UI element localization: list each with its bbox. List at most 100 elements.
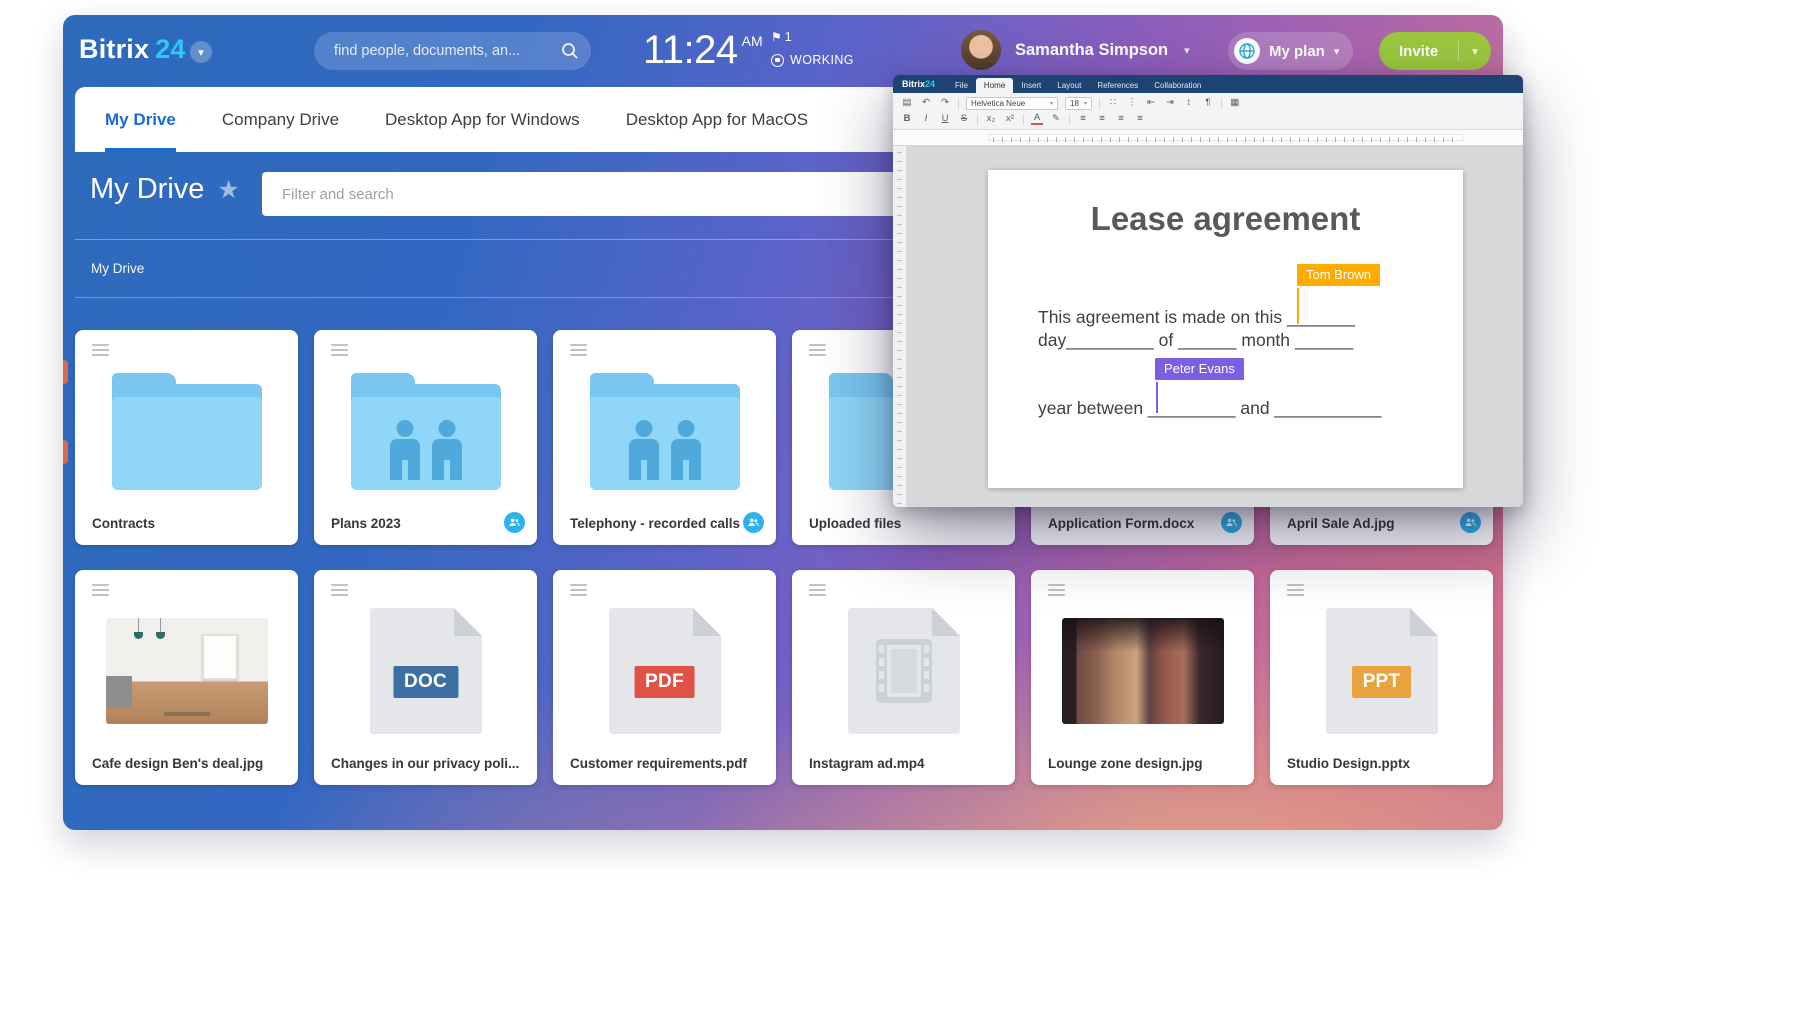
working-status[interactable]: WORKING xyxy=(771,53,854,67)
editor-ruler xyxy=(893,130,1523,146)
editor-vertical-ruler xyxy=(893,146,907,507)
file-card[interactable]: Telephony - recorded calls xyxy=(553,330,776,545)
flag-counter[interactable]: 1 xyxy=(771,30,854,44)
menu-layout[interactable]: Layout xyxy=(1049,78,1089,93)
worktime-widget: 1 WORKING xyxy=(771,30,854,67)
card-menu-icon[interactable] xyxy=(331,344,348,356)
invite-button[interactable]: Invite xyxy=(1379,32,1491,70)
file-name: Telephony - recorded calls xyxy=(570,516,764,531)
card-menu-icon[interactable] xyxy=(570,344,587,356)
file-name: Cafe design Ben's deal.jpg xyxy=(92,756,286,771)
indent-icon[interactable]: ⇥ xyxy=(1164,98,1176,108)
menu-collaboration[interactable]: Collaboration xyxy=(1146,78,1209,93)
menu-references[interactable]: References xyxy=(1089,78,1146,93)
video-file-icon xyxy=(848,608,960,734)
clock-time: 11:24 xyxy=(643,28,738,72)
clock-widget[interactable]: 11:24 AM xyxy=(643,28,763,72)
align-left-icon[interactable]: ≡ xyxy=(1077,114,1089,124)
card-menu-icon[interactable] xyxy=(809,584,826,596)
shared-badge-icon[interactable] xyxy=(504,512,525,533)
table-icon[interactable]: ▦ xyxy=(1229,98,1241,108)
file-card[interactable]: PDF Customer requirements.pdf xyxy=(553,570,776,785)
bullet-list-icon[interactable]: ∷ xyxy=(1107,98,1119,108)
card-menu-icon[interactable] xyxy=(92,584,109,596)
file-card[interactable]: Cafe design Ben's deal.jpg xyxy=(75,570,298,785)
avatar[interactable] xyxy=(961,30,1001,70)
bold-button[interactable]: B xyxy=(901,114,913,124)
plan-label: My plan xyxy=(1269,43,1325,60)
menu-home[interactable]: Home xyxy=(976,78,1013,93)
superscript-button[interactable]: x² xyxy=(1004,114,1016,124)
pilcrow-icon[interactable]: ¶ xyxy=(1202,98,1214,108)
card-menu-icon[interactable] xyxy=(809,344,826,356)
card-menu-icon[interactable] xyxy=(1287,584,1304,596)
my-plan-button[interactable]: My plan xyxy=(1228,32,1353,70)
file-name: Application Form.docx xyxy=(1048,516,1242,531)
file-card[interactable]: Contracts xyxy=(75,330,298,545)
document-file-icon: PDF xyxy=(609,608,721,734)
italic-button[interactable]: I xyxy=(920,114,932,124)
font-color-button[interactable]: A xyxy=(1031,113,1043,125)
file-card[interactable]: PPT Studio Design.pptx xyxy=(1270,570,1493,785)
shared-folder-icon xyxy=(590,384,740,490)
redo-icon[interactable]: ↷ xyxy=(939,98,951,108)
line-spacing-icon[interactable]: ↕ xyxy=(1183,98,1195,108)
search-icon[interactable] xyxy=(561,42,579,60)
file-name: Uploaded files xyxy=(809,516,1003,531)
user-menu[interactable]: Samantha Simpson xyxy=(961,30,1190,70)
user-name: Samantha Simpson xyxy=(1015,41,1168,60)
undo-icon[interactable]: ↶ xyxy=(920,98,932,108)
underline-button[interactable]: U xyxy=(939,114,951,124)
collab-caret xyxy=(1297,288,1299,324)
shared-badge-icon[interactable] xyxy=(1460,512,1481,533)
page-title: My Drive xyxy=(90,173,204,206)
bitrix24-logo[interactable]: Bitrix24 xyxy=(79,34,186,65)
people-icon xyxy=(590,384,740,490)
font-family-select[interactable]: Helvetica Neue xyxy=(966,97,1058,110)
invite-dropdown[interactable] xyxy=(1459,42,1491,60)
favorite-star-icon[interactable] xyxy=(217,175,239,205)
subscript-button[interactable]: x₂ xyxy=(985,114,997,124)
search-input[interactable] xyxy=(332,42,561,60)
document-line: This agreement is made on this _______ xyxy=(1038,307,1355,327)
tab-desktop-app-macos[interactable]: Desktop App for MacOS xyxy=(626,87,808,152)
chevron-down-icon xyxy=(1334,42,1340,60)
file-card[interactable]: DOC Changes in our privacy poli... xyxy=(314,570,537,785)
menu-insert[interactable]: Insert xyxy=(1013,78,1049,93)
card-menu-icon[interactable] xyxy=(92,344,109,356)
file-card[interactable]: Lounge zone design.jpg xyxy=(1031,570,1254,785)
breadcrumb-item[interactable]: My Drive xyxy=(91,261,144,276)
shared-badge-icon[interactable] xyxy=(743,512,764,533)
global-search[interactable] xyxy=(314,32,591,70)
editor-toolbar: ▤ ↶ ↷ Helvetica Neue 18 ∷ ⋮ ⇤ ⇥ ↕ ¶ ▦ B … xyxy=(893,93,1523,130)
image-thumbnail xyxy=(1062,618,1224,724)
tab-desktop-app-windows[interactable]: Desktop App for Windows xyxy=(385,87,580,152)
invite-label: Invite xyxy=(1379,43,1458,60)
align-center-icon[interactable]: ≡ xyxy=(1096,114,1108,124)
font-size-select[interactable]: 18 xyxy=(1065,97,1092,110)
flag-count: 1 xyxy=(785,30,792,44)
file-name: Studio Design.pptx xyxy=(1287,756,1481,771)
card-menu-icon[interactable] xyxy=(570,584,587,596)
align-justify-icon[interactable]: ≡ xyxy=(1134,114,1146,124)
file-card[interactable]: Plans 2023 xyxy=(314,330,537,545)
ppt-badge: PPT xyxy=(1352,666,1412,698)
chevron-down-icon xyxy=(1472,42,1478,60)
print-icon[interactable]: ▤ xyxy=(901,98,913,108)
editor-titlebar[interactable]: Bitrix24 File Home Insert Layout Referen… xyxy=(893,75,1523,93)
strikethrough-button[interactable]: S xyxy=(958,114,970,124)
file-card[interactable]: Instagram ad.mp4 xyxy=(792,570,1015,785)
highlight-button[interactable]: ✎ xyxy=(1050,114,1062,124)
menu-file[interactable]: File xyxy=(947,78,976,93)
logo-chevron-button[interactable] xyxy=(190,41,212,63)
shared-badge-icon[interactable] xyxy=(1221,512,1242,533)
outdent-icon[interactable]: ⇤ xyxy=(1145,98,1157,108)
align-right-icon[interactable]: ≡ xyxy=(1115,114,1127,124)
numbered-list-icon[interactable]: ⋮ xyxy=(1126,98,1138,108)
card-menu-icon[interactable] xyxy=(1048,584,1065,596)
file-name: Instagram ad.mp4 xyxy=(809,756,1003,771)
tab-company-drive[interactable]: Company Drive xyxy=(222,87,339,152)
tab-my-drive[interactable]: My Drive xyxy=(105,87,176,152)
document-page[interactable]: Lease agreement This agreement is made o… xyxy=(988,170,1463,488)
card-menu-icon[interactable] xyxy=(331,584,348,596)
